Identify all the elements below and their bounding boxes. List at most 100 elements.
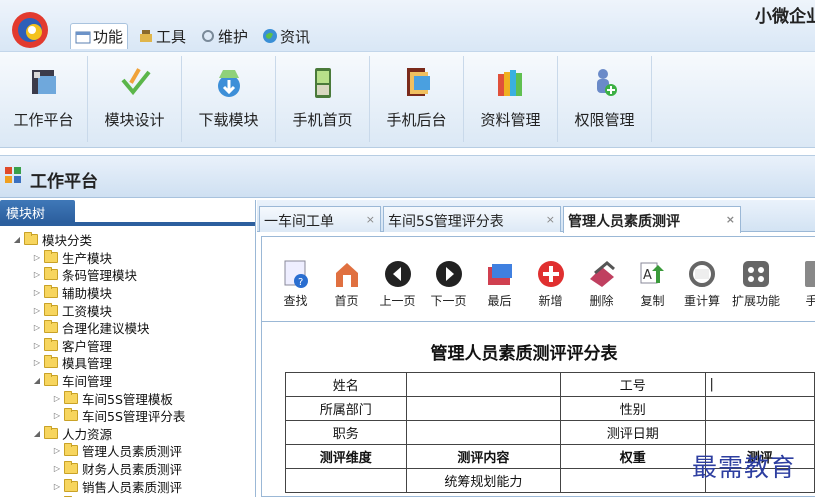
tree-node[interactable]: ▷ 管理人员素质测评 <box>0 442 255 460</box>
expand-arrow-icon[interactable]: ▷ <box>52 411 62 420</box>
tool-button-extend[interactable]: 扩展功能 <box>726 259 786 309</box>
tool-button-prev[interactable]: 上一页 <box>372 259 423 309</box>
tree-node-label: 销售人员素质测评 <box>82 479 183 495</box>
tool-button-delete[interactable]: 删除 <box>576 259 627 309</box>
tool-button-last[interactable]: 最后 <box>474 259 525 309</box>
ribbon-button-label: 手机后台 <box>386 111 447 129</box>
close-icon[interactable]: × <box>546 213 555 226</box>
expand-arrow-icon[interactable]: ▷ <box>32 306 42 315</box>
close-icon[interactable]: × <box>366 213 375 226</box>
collapse-arrow-icon[interactable]: ◢ <box>32 429 42 438</box>
tool-button-add[interactable]: 新增 <box>525 259 576 309</box>
name-field[interactable] <box>405 372 562 397</box>
ribbon-button-mobile-home[interactable]: 手机首页 <box>276 56 370 142</box>
ribbon-button-label: 资料管理 <box>480 111 541 129</box>
tree-node[interactable]: ▷ 条码管理模块 <box>0 266 255 284</box>
menu-function[interactable]: 功能 <box>70 23 129 49</box>
col-dimension: 测评维度 <box>285 444 407 469</box>
download-icon <box>217 70 240 97</box>
main-menu: 功能 工具 维护 资讯 <box>70 23 314 49</box>
tool-button-next[interactable]: 下一页 <box>423 259 474 309</box>
label-position: 职务 <box>285 420 407 445</box>
expand-arrow-icon[interactable]: ▷ <box>32 253 42 262</box>
tab-label: 车间5S管理评分表 <box>388 214 504 230</box>
eval-date-field[interactable] <box>704 420 815 445</box>
tree-node[interactable]: ▷ 辅助模块 <box>0 284 255 302</box>
tool-button-mobile[interactable]: 手 <box>786 259 815 309</box>
tree-node[interactable]: ▷ 车间5S管理评分表 <box>0 407 255 425</box>
tree-node[interactable]: ◢ 人力资源 <box>0 425 255 443</box>
folder-icon <box>64 478 78 492</box>
collapse-arrow-icon[interactable]: ◢ <box>12 235 22 244</box>
expand-arrow-icon[interactable]: ▷ <box>52 464 62 473</box>
section-header: 工作平台 <box>0 155 815 198</box>
label-name: 姓名 <box>285 372 407 397</box>
tree-node[interactable]: ▷ 销售人员素质测评 <box>0 477 255 495</box>
folder-icon <box>44 355 58 369</box>
menu-tools-label: 工具 <box>156 27 187 46</box>
tree-node[interactable]: ▷ 模具管理 <box>0 354 255 372</box>
tools-icon <box>140 30 153 42</box>
folder-icon <box>44 373 58 387</box>
expand-arrow-icon[interactable]: ▷ <box>32 270 42 279</box>
tree-node-label: 车间5S管理模板 <box>82 391 173 407</box>
expand-arrow-icon[interactable]: ▷ <box>52 482 62 491</box>
expand-arrow-icon[interactable]: ▷ <box>32 358 42 367</box>
cell-dimension <box>285 468 407 493</box>
tool-button-copy[interactable]: A 复制 <box>627 259 678 309</box>
form-title: 管理人员素质测评评分表 <box>430 344 618 364</box>
ribbon-group: 工作平台 模块设计 下载模块 手机首页 手机后台 资料管理 权限管理 <box>0 56 652 142</box>
ribbon-button-data-manage[interactable]: 资料管理 <box>464 56 558 142</box>
module-tree-header[interactable]: 模块树 <box>0 200 75 222</box>
tree-node[interactable]: ▷ 生产模块 <box>0 249 255 267</box>
tree-node-label: 辅助模块 <box>62 286 113 302</box>
ribbon-button-label: 模块设计 <box>104 111 165 129</box>
gender-field[interactable] <box>704 396 815 421</box>
tool-button-label: 扩展功能 <box>731 294 780 308</box>
tab-strip: 一车间工单 × 车间5S管理评分表 × 管理人员素质测评 × <box>257 200 815 233</box>
tool-button-label: 重计算 <box>683 294 720 308</box>
tree-node[interactable]: ▷ 工资模块 <box>0 301 255 319</box>
tool-button-search[interactable]: ? 查找 <box>270 259 321 309</box>
tool-button-home[interactable]: 首页 <box>321 259 372 309</box>
mobile-icon <box>804 261 815 287</box>
maintain-icon <box>202 30 215 42</box>
ribbon-button-mobile-admin[interactable]: 手机后台 <box>370 56 464 142</box>
toolbar-divider <box>262 321 815 322</box>
expand-arrow-icon[interactable]: ▷ <box>52 446 62 455</box>
expand-arrow-icon[interactable]: ▷ <box>52 394 62 403</box>
tab-workshop-order[interactable]: 一车间工单 × <box>259 206 381 232</box>
close-icon[interactable]: × <box>726 213 735 226</box>
ribbon-button-module-design[interactable]: 模块设计 <box>88 56 182 142</box>
tool-button-recalc[interactable]: 重计算 <box>678 259 726 309</box>
extend-icon <box>743 261 769 287</box>
tool-button-label: 手 <box>805 294 815 308</box>
tool-button-label: 上一页 <box>379 294 416 308</box>
expand-arrow-icon[interactable]: ▷ <box>32 323 42 332</box>
tab-label: 一车间工单 <box>264 214 334 230</box>
expand-arrow-icon[interactable]: ▷ <box>32 341 42 350</box>
cell-weight[interactable] <box>560 468 706 493</box>
tree-node[interactable]: ▷ 客户管理 <box>0 337 255 355</box>
menu-maintain[interactable]: 维护 <box>196 23 252 49</box>
ribbon-button-download[interactable]: 下载模块 <box>182 56 276 142</box>
ribbon-button-workbench[interactable]: 工作平台 <box>0 56 88 142</box>
tree-node[interactable]: ▷ 合理化建议模块 <box>0 319 255 337</box>
menu-news[interactable]: 资讯 <box>258 23 314 49</box>
tree-node[interactable]: ◢ 车间管理 <box>0 372 255 390</box>
department-field[interactable] <box>405 396 562 421</box>
tree-node[interactable]: ▷ 车间5S管理模板 <box>0 389 255 407</box>
expand-arrow-icon[interactable]: ▷ <box>32 288 42 297</box>
tree-node[interactable]: ◢ 模块分类 <box>0 231 255 249</box>
menu-tools[interactable]: 工具 <box>134 23 190 49</box>
ribbon-button-permission[interactable]: 权限管理 <box>558 56 652 142</box>
tree-node[interactable]: ▷ 财务人员素质测评 <box>0 460 255 478</box>
tab-5s-score[interactable]: 车间5S管理评分表 × <box>383 206 561 232</box>
tree-node-label: 条码管理模块 <box>62 268 138 284</box>
search-icon: ? <box>284 260 308 288</box>
employee-id-field[interactable]: | <box>704 372 815 397</box>
tab-manager-evaluation[interactable]: 管理人员素质测评 × <box>563 206 741 233</box>
collapse-arrow-icon[interactable]: ◢ <box>32 376 42 385</box>
position-field[interactable] <box>405 420 562 445</box>
label-eval-date: 测评日期 <box>560 420 706 445</box>
